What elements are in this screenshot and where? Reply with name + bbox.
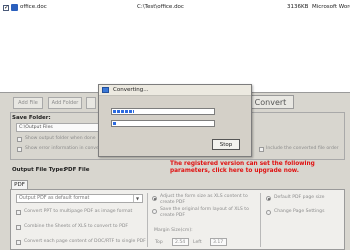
show-output-folder-label: Show output folder when done <box>25 136 96 141</box>
include-order-label: Include the converted file order <box>266 146 339 151</box>
word-document-icon <box>11 4 18 11</box>
file-name: office.doc <box>20 4 47 10</box>
file-checkbox[interactable] <box>3 4 9 11</box>
change-page-settings-label: Change Page Settings <box>274 209 325 214</box>
save-folder-input[interactable]: C:\Output Files <box>16 123 106 132</box>
output-type-label: Output File Type: <box>12 167 66 173</box>
show-error-checkbox[interactable] <box>17 147 22 152</box>
original-layout-radio[interactable] <box>152 209 157 214</box>
divider <box>147 193 148 247</box>
file-list[interactable]: office.doc C:\Test\office.doc 3136KB Mic… <box>0 0 350 93</box>
file-type: Microsoft Word <box>312 4 350 10</box>
single-pdf-checkbox[interactable] <box>16 240 21 245</box>
chevron-down-icon: ▼ <box>133 195 141 202</box>
app-icon <box>102 87 109 93</box>
dialog-title: Converting... <box>113 87 149 93</box>
change-page-settings-radio[interactable] <box>266 210 271 215</box>
show-output-folder-checkbox[interactable] <box>17 137 22 142</box>
left-margin-input[interactable]: 3.17 <box>210 238 227 246</box>
file-size: 3136KB <box>287 4 309 10</box>
converting-dialog: Converting... Stop <box>98 84 252 157</box>
margin-size-label: Margin Size(cm): <box>154 228 193 233</box>
stop-button[interactable]: Stop <box>212 139 240 150</box>
file-progress-bar <box>111 108 215 115</box>
file-path: C:\Test\office.doc <box>137 4 184 10</box>
default-page-size-label: Default PDF page size <box>274 195 325 200</box>
toolbar-button[interactable] <box>86 97 96 109</box>
file-progress-fill <box>113 110 134 113</box>
combine-sheets-label: Combine the Sheets of XLS to convert to … <box>24 224 129 229</box>
top-margin-label: Top <box>155 240 163 245</box>
output-type-value: PDF File <box>64 167 90 173</box>
ppt-image-label: Convert PPT to multipage PDF as image fo… <box>24 209 133 214</box>
include-order-checkbox[interactable] <box>259 147 264 152</box>
table-row[interactable]: office.doc C:\Test\office.doc 3136KB Mic… <box>0 3 350 12</box>
left-margin-label: Left <box>193 240 202 245</box>
adjust-form-size-radio[interactable] <box>152 196 157 201</box>
total-progress-fill <box>113 122 117 125</box>
divider <box>260 193 261 247</box>
add-file-button[interactable]: Add File <box>13 97 43 109</box>
total-progress-bar <box>111 120 215 127</box>
pdf-format-dropdown[interactable]: Output PDF as default format ▼ <box>16 194 143 203</box>
top-margin-input[interactable]: 2.54 <box>172 238 189 246</box>
save-folder-label: Save Folder: <box>12 115 51 121</box>
ppt-image-checkbox[interactable] <box>16 210 21 215</box>
single-pdf-label: Convert each page content of DOC/RTF to … <box>24 239 146 244</box>
add-folder-button[interactable]: Add Folder <box>48 97 82 109</box>
combine-sheets-checkbox[interactable] <box>16 225 21 230</box>
dialog-titlebar[interactable]: Converting... <box>99 85 251 96</box>
default-page-size-radio[interactable] <box>266 196 271 201</box>
convert-button[interactable]: Convert <box>247 95 294 109</box>
adjust-form-size-label: Adjust the form size as XLS content to c… <box>160 194 248 205</box>
upgrade-link[interactable]: The registered version can set the follo… <box>170 161 348 175</box>
original-layout-label: Save the original form layout of XLS to … <box>160 207 249 218</box>
